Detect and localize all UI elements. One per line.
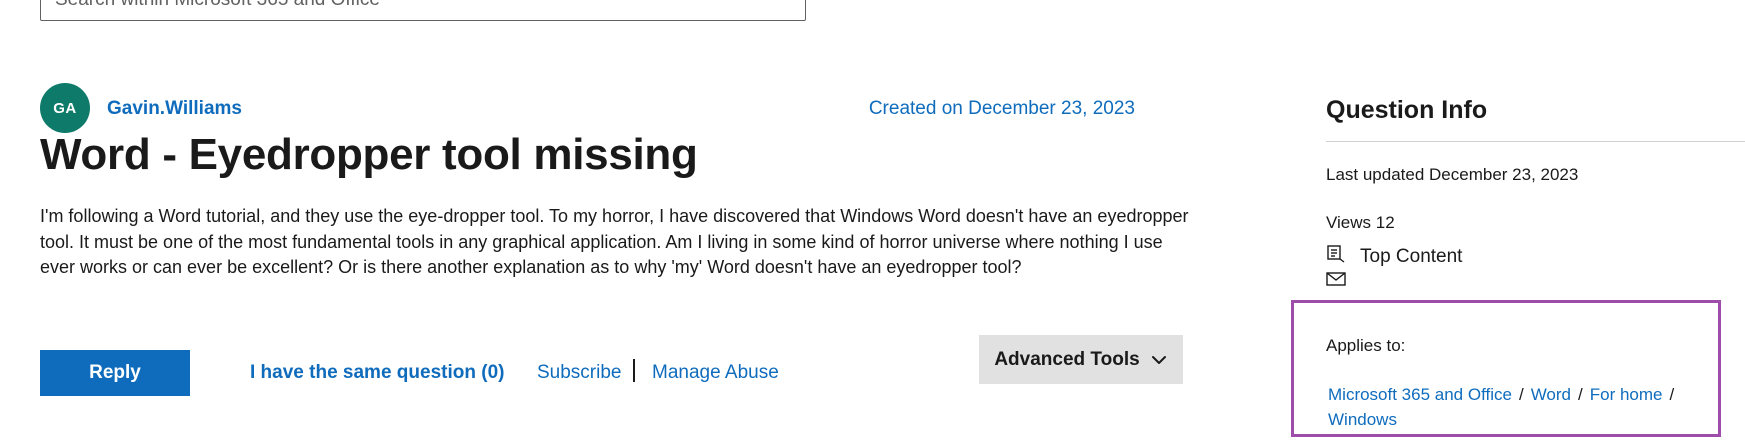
mail-icon[interactable] [1326,272,1346,286]
crumb-separator: / [1578,385,1583,404]
applies-to-link-word[interactable]: Word [1531,385,1571,404]
action-divider [633,359,635,382]
search-box[interactable] [40,0,806,21]
sidebar-divider [1326,141,1745,142]
applies-to-label: Applies to: [1326,336,1406,355]
author-name-link[interactable]: Gavin.Williams [107,98,242,120]
applies-to-breadcrumb: Microsoft 365 and Office / Word / For home / W… [1328,382,1708,432]
crumb-separator: / [1518,385,1524,404]
top-content-icon [1327,245,1345,263]
applies-to-link-microsoft-365[interactable]: Microsoft 365 and Office [1328,385,1512,404]
created-on-date: Created on December 23, 2023 [868,98,1135,119]
search-input[interactable] [55,0,735,13]
same-question-link[interactable]: I have the same question (0) [250,362,504,384]
advanced-tools-label: Advanced Tools [994,348,1140,370]
views-count: Views 12 [1326,213,1395,232]
top-content-label: Top Content [1360,246,1463,267]
chevron-down-icon [1151,355,1166,364]
last-updated: Last updated December 23, 2023 [1326,165,1579,184]
crumb-separator: / [1669,385,1675,404]
applies-to-link-windows[interactable]: Windows [1328,410,1397,429]
avatar[interactable]: GA [40,83,90,133]
page-title: Word - Eyedropper tool missing [40,130,698,179]
applies-to-link-for-home[interactable]: For home [1590,385,1663,404]
reply-button[interactable]: Reply [40,350,190,396]
manage-abuse-link[interactable]: Manage Abuse [652,362,779,384]
search-icon[interactable] [765,0,795,9]
question-info-title: Question Info [1326,96,1488,124]
question-body: I'm following a Word tutorial, and they … [40,206,1189,277]
subscribe-link[interactable]: Subscribe [537,362,622,384]
advanced-tools-button[interactable]: Advanced Tools [979,335,1183,384]
